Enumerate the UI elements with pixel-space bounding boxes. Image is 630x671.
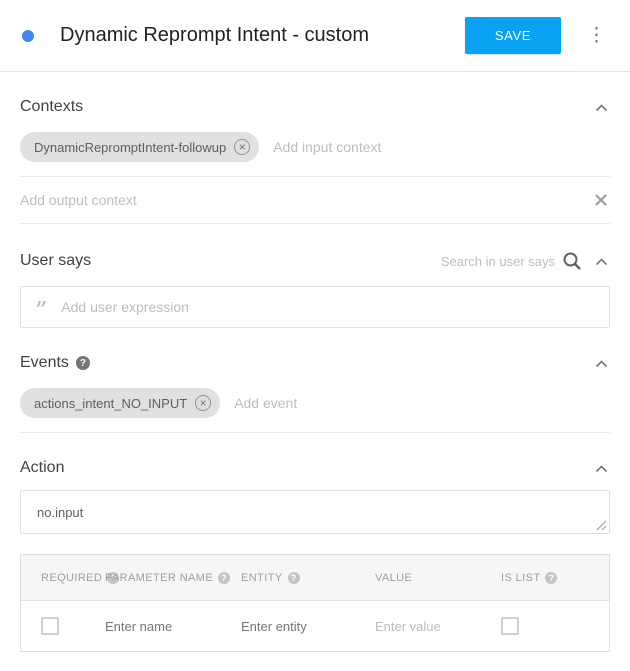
is-list-help-icon[interactable]: ? [545,572,557,584]
user-says-collapse-icon[interactable] [593,255,610,268]
action-input-box [20,490,610,534]
header: Dynamic Reprompt Intent - custom SAVE ⋮ [0,0,630,72]
remove-input-context-icon[interactable]: × [234,139,250,155]
events-help-icon[interactable]: ? [76,356,90,370]
is-list-cell [501,617,609,635]
event-chip[interactable]: actions_intent_NO_INPUT × [20,388,220,418]
user-says-title: User says [20,252,91,270]
event-chip-label: actions_intent_NO_INPUT [34,396,187,411]
parameters-table-header: REQUIRED ? PARAMETER NAME ? ENTITY ? VAL… [21,555,609,601]
more-options-icon[interactable]: ⋮ [581,24,612,47]
parameter-row [21,601,609,651]
header-entity: ENTITY ? [241,572,375,584]
output-contexts-row [20,177,610,224]
entity-cell [241,619,375,634]
parameters-table: REQUIRED ? PARAMETER NAME ? ENTITY ? VAL… [20,554,610,652]
required-checkbox[interactable] [41,617,59,635]
save-button[interactable]: SAVE [465,17,561,54]
header-parameter-name: PARAMETER NAME ? [105,572,241,584]
add-user-expression-input[interactable] [61,299,595,315]
header-required: REQUIRED ? [21,572,105,584]
action-title: Action [20,459,64,477]
user-says-search [405,250,593,272]
entity-help-icon[interactable]: ? [288,572,300,584]
intent-dot-icon [22,30,34,42]
entity-input[interactable] [241,619,367,634]
events-title: Events [20,354,69,372]
clear-contexts-icon[interactable] [592,191,610,209]
user-expression-box: ” [20,286,610,328]
search-user-says-input[interactable] [405,254,555,269]
action-section-header: Action [20,459,610,477]
input-contexts-row: DynamicRepromptIntent-followup × [20,132,610,177]
contexts-section-header: Contexts [20,98,610,116]
value-input[interactable] [375,619,493,634]
quote-icon: ” [35,307,47,317]
add-event-field[interactable] [234,395,610,411]
user-says-section-header: User says [20,250,610,272]
page-title: Dynamic Reprompt Intent - custom [60,24,465,47]
action-collapse-icon[interactable] [593,462,610,475]
contexts-title: Contexts [20,98,83,116]
header-is-list: IS LIST ? [501,572,609,584]
content: Contexts DynamicRepromptIntent-followup … [0,98,630,652]
parameter-name-input[interactable] [105,619,233,634]
action-name-input[interactable] [37,505,593,520]
events-section-header: Events ? [20,354,610,372]
search-icon[interactable] [561,250,583,272]
input-context-chip-label: DynamicRepromptIntent-followup [34,140,226,155]
parameter-name-cell [105,619,241,634]
input-context-chip[interactable]: DynamicRepromptIntent-followup × [20,132,259,162]
intent-editor-page: Dynamic Reprompt Intent - custom SAVE ⋮ … [0,0,630,652]
remove-event-icon[interactable]: × [195,395,211,411]
events-row: actions_intent_NO_INPUT × [20,388,610,433]
parameter-name-help-icon[interactable]: ? [218,572,230,584]
is-list-checkbox[interactable] [501,617,519,635]
header-value: VALUE [375,572,501,584]
required-cell [21,617,105,635]
add-input-context-field[interactable] [273,139,610,155]
value-cell [375,619,501,634]
events-collapse-icon[interactable] [593,357,610,370]
add-output-context-field[interactable] [20,192,592,208]
resize-handle-icon[interactable] [596,520,607,531]
contexts-collapse-icon[interactable] [593,101,610,114]
